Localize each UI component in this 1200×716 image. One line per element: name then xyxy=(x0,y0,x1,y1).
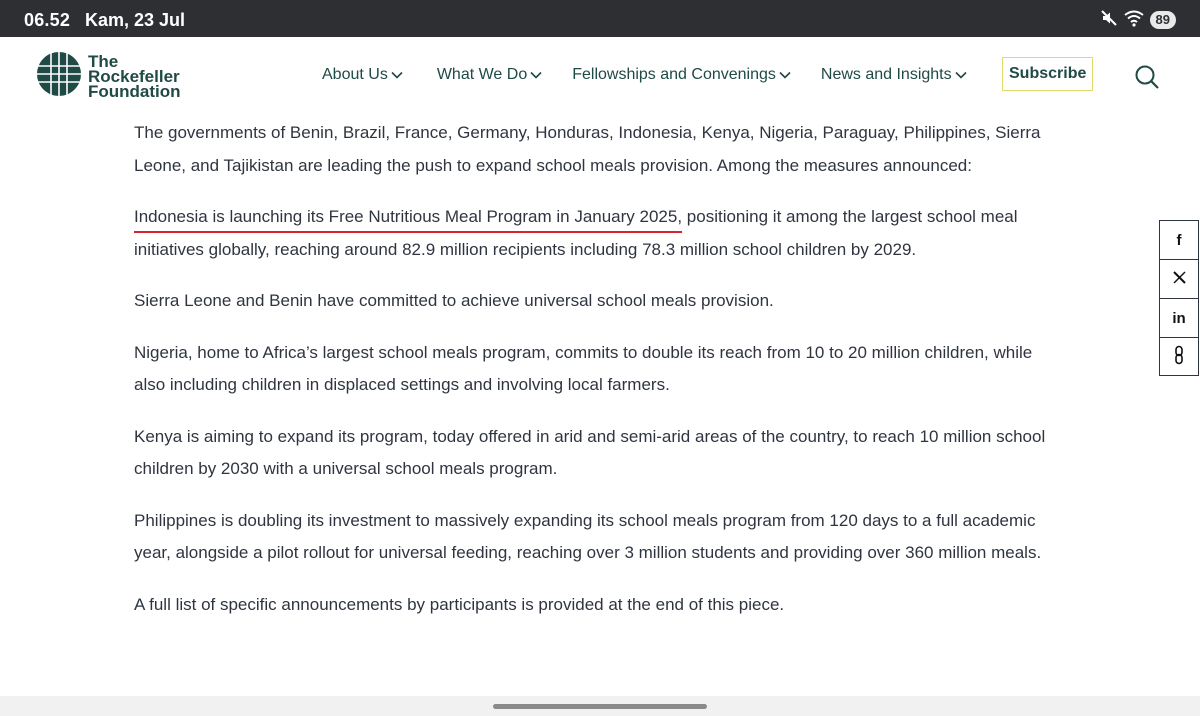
status-date: Kam, 23 Jul xyxy=(85,10,186,30)
article-paragraph: Kenya is aiming to expand its program, t… xyxy=(134,426,1046,479)
share-link-button[interactable] xyxy=(1159,337,1199,376)
chevron-down-icon xyxy=(952,66,967,84)
highlighted-text: Indonesia is launching its Free Nutritio… xyxy=(134,207,683,226)
nav-label: News and Insights xyxy=(820,66,952,83)
chevron-down-icon xyxy=(776,66,791,84)
nav-about-us[interactable]: About Us xyxy=(322,66,403,84)
linkedin-icon: in xyxy=(1172,309,1186,327)
article-paragraph: Sierra Leone and Benin have committed to… xyxy=(134,291,774,310)
site-logo[interactable]: The Rockefeller Foundation xyxy=(36,45,181,108)
article-paragraph: A full list of specific announcements by… xyxy=(134,594,785,614)
share-linkedin-button[interactable]: in xyxy=(1159,298,1199,337)
share-bar: f in xyxy=(1159,220,1199,376)
nav-what-we-do[interactable]: What We Do xyxy=(437,66,542,84)
facebook-icon: f xyxy=(1176,231,1182,249)
nav-label: What We Do xyxy=(436,66,528,83)
chevron-down-icon xyxy=(388,66,403,84)
status-bar: 06.52 Kam, 23 Jul 89 xyxy=(0,0,1200,37)
status-time: 06.52 xyxy=(24,10,71,30)
chevron-down-icon xyxy=(527,66,542,84)
battery-badge: 89 xyxy=(1149,11,1176,29)
nav-label: Fellowships and Convenings xyxy=(572,66,776,83)
mute-icon xyxy=(1100,9,1118,32)
search-icon[interactable] xyxy=(1134,64,1160,95)
status-icons: 89 xyxy=(1100,9,1176,31)
article-paragraph: Philippines is doubling its investment t… xyxy=(134,510,1042,563)
main-nav: About Us What We Do Fellowships and Conv… xyxy=(322,66,967,84)
article-paragraph: Nigeria, home to Africa’s largest school… xyxy=(134,342,1033,395)
article-paragraph: Indonesia is launching its Free Nutritio… xyxy=(134,201,1064,266)
share-x-button[interactable] xyxy=(1159,259,1199,298)
link-icon xyxy=(1174,345,1184,369)
nav-news-insights[interactable]: News and Insights xyxy=(821,66,967,84)
nav-label: About Us xyxy=(322,66,388,83)
article-paragraph: The governments of Benin, Brazil, France… xyxy=(134,123,1041,175)
logo-line: Foundation xyxy=(88,82,181,101)
subscribe-button[interactable]: Subscribe xyxy=(1002,57,1093,91)
x-icon xyxy=(1172,270,1186,288)
globe-logo-icon xyxy=(36,45,82,108)
nav-fellowships[interactable]: Fellowships and Convenings xyxy=(572,66,791,84)
logo-wordmark: The Rockefeller Foundation xyxy=(88,53,181,101)
home-indicator[interactable] xyxy=(493,704,707,709)
wifi-icon xyxy=(1123,9,1144,32)
article-body: The governments of Benin, Brazil, France… xyxy=(134,117,1064,640)
share-facebook-button[interactable]: f xyxy=(1159,220,1199,259)
site-header: The Rockefeller Foundation About Us What… xyxy=(0,37,1200,113)
